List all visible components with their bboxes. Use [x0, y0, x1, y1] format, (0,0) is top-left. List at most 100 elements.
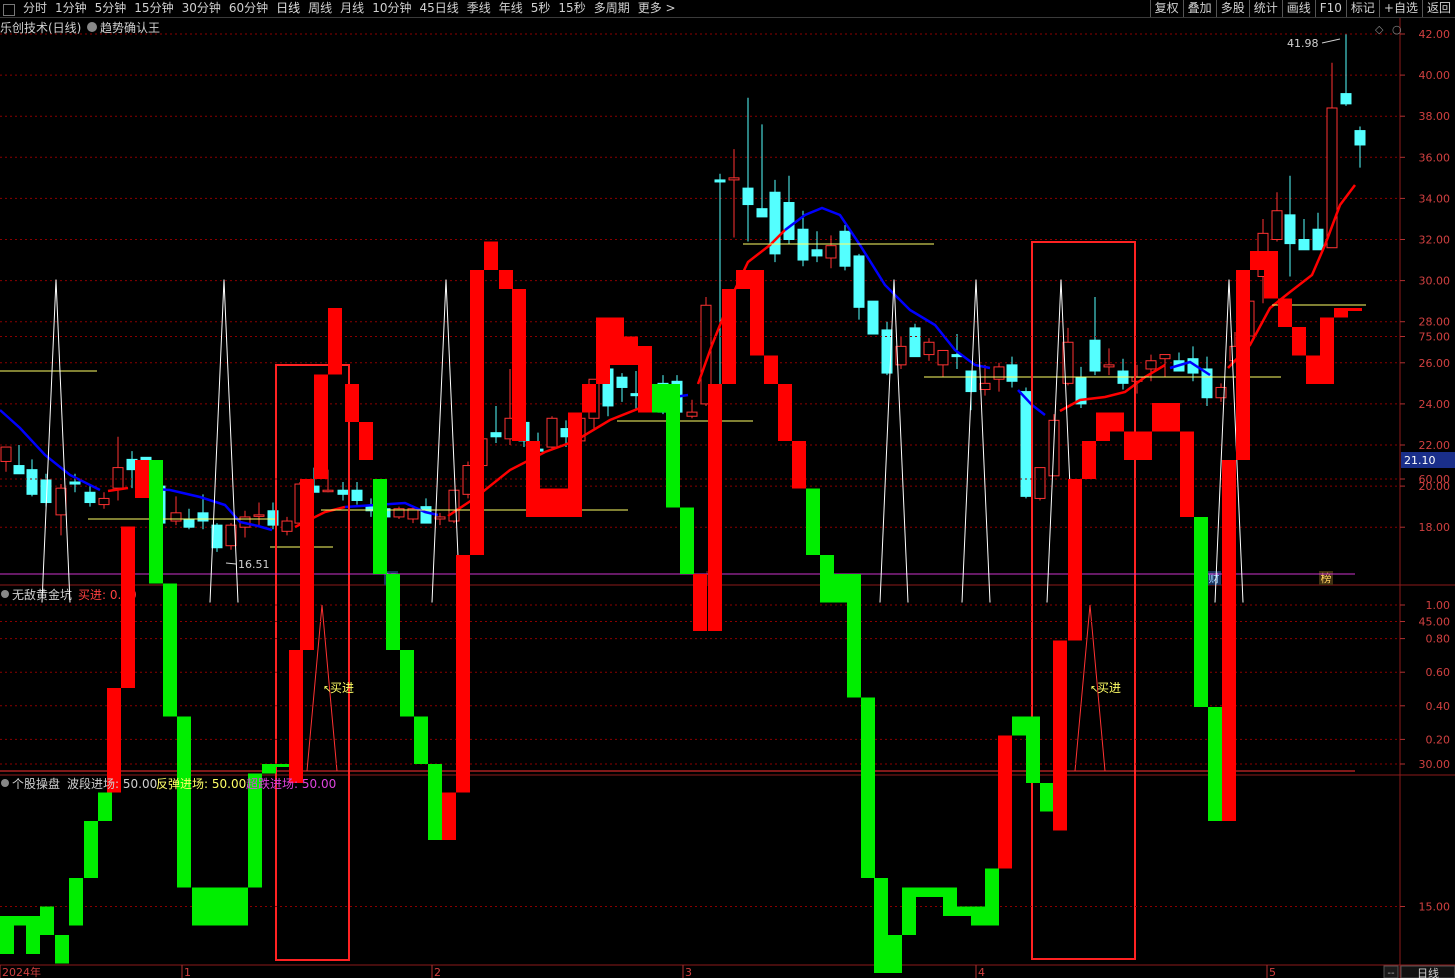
- candle-body: [1159, 354, 1171, 360]
- indicator-bar: [1236, 270, 1250, 460]
- indicator-bar: [40, 906, 54, 935]
- buy-signal-label: 买进: [1097, 681, 1121, 695]
- indicator-bar: [69, 878, 83, 926]
- y-tick-label: 26.00: [1419, 357, 1451, 370]
- indicator-bar: [666, 384, 680, 508]
- indicator-bar: [149, 460, 163, 584]
- candle-body: [756, 208, 768, 218]
- candle-body: [1089, 339, 1101, 372]
- indicator-bar: [1068, 479, 1082, 641]
- price-tag-label: 21.10: [1404, 454, 1436, 467]
- high-label: 41.98: [1287, 37, 1319, 50]
- indicator-bar: [750, 270, 764, 356]
- candle-body: [616, 376, 628, 388]
- candle-body: [434, 516, 446, 520]
- y-tick-label: 45.00: [1419, 616, 1451, 629]
- indicator-bar: [1334, 308, 1348, 318]
- y-tick-label: 0.60: [1426, 666, 1451, 679]
- y-tick-label: 30.00: [1419, 758, 1451, 771]
- candle-body: [979, 382, 991, 391]
- candle-body: [686, 411, 698, 417]
- indicator-bar: [888, 935, 902, 973]
- indicator-bar: [985, 868, 999, 926]
- candle-body: [1271, 210, 1283, 240]
- indicator-bar: [428, 764, 442, 840]
- indicator-bar: [554, 488, 568, 517]
- indicator-bar: [998, 735, 1012, 869]
- y-tick-label: 42.00: [1419, 28, 1451, 41]
- indicator-bar: [820, 555, 834, 603]
- candle-body: [742, 187, 754, 206]
- indicator-bar: [386, 574, 400, 650]
- indicator-bar: [13, 916, 27, 926]
- indicator-bar: [708, 384, 722, 631]
- indicator-bar: [359, 422, 373, 460]
- indicator-bar: [1208, 707, 1222, 821]
- candle-body: [253, 514, 265, 517]
- candle-body: [351, 489, 363, 501]
- indicator-name: 个股操盘: [12, 776, 60, 791]
- indicator-bar: [121, 526, 135, 688]
- settings-icon: [87, 22, 97, 32]
- candle-body: [728, 177, 740, 181]
- candle-body: [909, 327, 921, 358]
- indicator-bar: [1053, 640, 1067, 831]
- y-tick-label: 18.00: [1419, 521, 1451, 534]
- indicator-bar: [792, 441, 806, 489]
- y-tick-label: 60.00: [1419, 473, 1451, 486]
- indicator-bar: [163, 583, 177, 717]
- indicator-bar: [234, 887, 248, 926]
- x-axis-label: 2024年: [2, 965, 41, 978]
- indicator-bar: [400, 650, 414, 717]
- candle-body: [1034, 467, 1046, 499]
- indicator-bar: [499, 270, 513, 289]
- indicator-bar: [638, 346, 652, 413]
- candle-body: [783, 202, 795, 240]
- indicator-bar: [1166, 403, 1180, 432]
- indicator-value: 波段进场: 50.00: [67, 776, 157, 791]
- indicator-bar: [262, 764, 276, 774]
- indicator-bar: [26, 916, 40, 954]
- high-arrow: [1321, 38, 1341, 44]
- indicator-bar: [526, 441, 540, 517]
- kline-chart[interactable]: 42.00 40.00 38.00 36.00 34.00 32.00 30.00 28.00…: [0, 0, 1455, 978]
- candle-body: [1340, 93, 1352, 105]
- indicator-bar: [456, 555, 470, 793]
- indicator-bar: [314, 374, 328, 479]
- candle-body: [26, 469, 38, 495]
- indicator-bar: [1040, 783, 1054, 812]
- y-tick-label: 1.00: [1426, 599, 1451, 612]
- indicator-bar: [484, 241, 498, 270]
- y-tick-label: 15.00: [1419, 901, 1451, 914]
- indicator-bar: [652, 384, 666, 413]
- candle-body: [170, 512, 182, 522]
- x-axis-label: 1: [184, 966, 191, 978]
- candle-body: [867, 300, 879, 335]
- indicator-bar: [1124, 431, 1138, 460]
- y-tick-label: 75.00: [1419, 331, 1451, 344]
- indicator-bar: [345, 384, 359, 422]
- low-arrow: [225, 562, 237, 565]
- indicator-bar: [1194, 517, 1208, 707]
- indicator-bar: [1110, 412, 1124, 432]
- indicator-bar: [289, 650, 303, 783]
- y-tick-label: 0.40: [1426, 700, 1451, 713]
- indicator-bar: [874, 878, 888, 973]
- candle-body: [1298, 239, 1310, 251]
- indicator-bar: [192, 887, 206, 926]
- indicator-bar: [135, 460, 149, 498]
- indicator-bar: [414, 716, 428, 764]
- indicator-bar: [206, 887, 220, 926]
- indicator-bar: [55, 935, 69, 964]
- scroll-button-label: --: [1387, 968, 1395, 978]
- indicator-bar: [0, 916, 14, 954]
- indicator-bar: [1320, 317, 1334, 384]
- indicator-bar: [1250, 251, 1264, 270]
- indicator-bar: [693, 574, 707, 631]
- candle-body: [839, 230, 851, 267]
- indicator-bar: [1026, 716, 1040, 783]
- indicator-bar: [1180, 431, 1194, 517]
- indicator-name: 趋势确认王: [100, 21, 160, 35]
- indicator-bar: [861, 697, 875, 878]
- indicator-bar: [1306, 355, 1320, 384]
